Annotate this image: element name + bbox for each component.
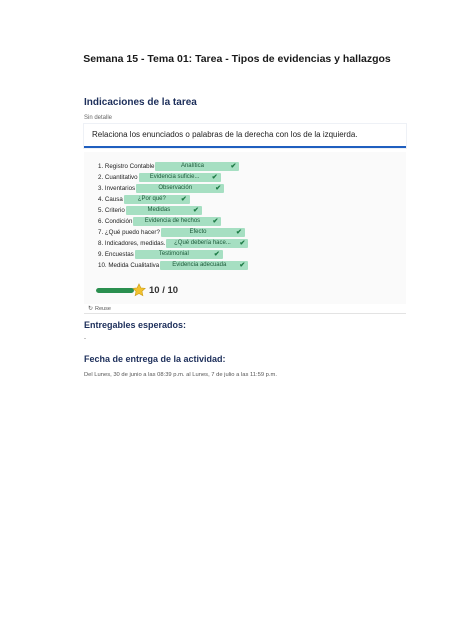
score-text: 10 / 10: [149, 284, 179, 296]
match-answer-chip[interactable]: Medidas ✔: [125, 205, 202, 215]
match-answer-label: Evidencia de hechos: [144, 218, 201, 224]
check-icon: ✔: [213, 251, 220, 258]
check-icon: ✔: [230, 163, 237, 170]
check-icon: ✔: [215, 185, 222, 192]
task-heading: Indicaciones de la tarea: [84, 97, 197, 108]
check-icon: ✔: [239, 240, 246, 247]
match-answer-label: Observación: [158, 185, 193, 191]
question-text: Relaciona los enunciados o palabras de l…: [92, 130, 358, 139]
match-answer-chip[interactable]: ¿Qué debería hace... ✔: [166, 238, 249, 248]
match-answer-chip[interactable]: Analítica ✔: [155, 161, 240, 171]
score-progress-fill: [96, 287, 134, 293]
due-text: Del Lunes, 30 de junio a las 08:39 p.m. …: [84, 372, 277, 378]
match-left-label: 7. ¿Qué puedo hacer?: [98, 228, 160, 236]
score-area: 10 / 10: [96, 283, 178, 297]
match-left-label: 9. Encuestas: [98, 250, 134, 258]
check-icon: ✔: [192, 207, 199, 214]
reuse-label: Reuse: [95, 305, 111, 312]
due-heading: Fecha de entrega de la actividad:: [84, 354, 226, 364]
match-row: 6. Condición Evidencia de hechos ✔: [98, 216, 222, 226]
match-left-label: 1. Registro Contable: [98, 162, 155, 170]
reuse-icon: ↻: [88, 306, 94, 312]
match-answer-label: ¿Por qué?: [137, 196, 166, 202]
match-row: 5. Criterio Medidas ✔: [98, 205, 202, 215]
match-answer-chip[interactable]: Observación ✔: [136, 183, 225, 193]
divider: [84, 313, 406, 314]
check-icon: ✔: [211, 174, 218, 181]
match-row: 4. Causa ¿Por qué? ✔: [98, 194, 190, 204]
match-answer-chip[interactable]: Evidencia de hechos ✔: [133, 216, 222, 226]
match-row: 9. Encuestas Testimonial ✔: [98, 249, 223, 259]
match-answer-label: Evidencia adecuada: [172, 262, 227, 268]
task-subtitle: Sin detalle: [84, 115, 113, 121]
match-left-label: 4. Causa: [98, 195, 123, 203]
match-row: 8. Indicadores, medidas. ¿Qué debería hac…: [98, 238, 249, 248]
match-answer-label: Testimonial: [158, 251, 189, 257]
match-answer-label: Analítica: [180, 163, 204, 169]
match-row: 7. ¿Qué puedo hacer? Efecto ✔: [98, 227, 245, 237]
match-answer-label: Medidas: [147, 207, 171, 213]
match-left-label: 5. Criterio: [98, 206, 125, 214]
match-answer-chip[interactable]: Testimonial ✔: [134, 249, 223, 259]
match-row: 10. Medida Cualitativa Evidencia adecuada…: [98, 260, 249, 270]
document-title: Semana 15 - Tema 01: Tarea - Tipos de ev…: [83, 53, 391, 65]
match-left-label: 10. Medida Cualitativa: [98, 261, 160, 269]
star-icon: [132, 283, 146, 297]
deliverables-heading: Entregables esperados:: [84, 320, 187, 330]
match-row: 1. Registro Contable Analítica ✔: [98, 161, 240, 171]
reuse-button[interactable]: ↻ Reuse: [88, 305, 111, 313]
match-row: 2. Cuantitativo Evidencia suficie... ✔: [98, 172, 221, 182]
match-answer-chip[interactable]: Efecto ✔: [160, 227, 245, 237]
match-answer-label: Evidencia suficie...: [149, 174, 200, 180]
check-icon: ✔: [236, 229, 242, 236]
match-left-label: 2. Cuantitativo: [98, 173, 138, 181]
match-answer-chip[interactable]: Evidencia adecuada ✔: [160, 260, 249, 270]
match-left-label: 6. Condición: [98, 217, 133, 225]
match-left-label: 3. Inventarios: [98, 184, 136, 192]
match-answer-chip[interactable]: Evidencia suficie... ✔: [138, 172, 221, 182]
check-icon: ✔: [180, 196, 187, 203]
check-icon: ✔: [239, 262, 246, 269]
match-left-label: 8. Indicadores, medidas.: [98, 239, 166, 247]
match-answer-label: ¿Qué debería hace...: [174, 240, 231, 246]
check-icon: ✔: [212, 218, 219, 225]
question-box: Relaciona los enunciados o palabras de l…: [84, 124, 406, 148]
deliverables-value: -: [84, 336, 86, 342]
match-answer-chip[interactable]: ¿Por qué? ✔: [123, 194, 190, 204]
score-progress-bar: [96, 287, 134, 293]
match-answer-label: Efecto: [189, 229, 207, 235]
match-row: 3. Inventarios Observación ✔: [98, 183, 225, 193]
